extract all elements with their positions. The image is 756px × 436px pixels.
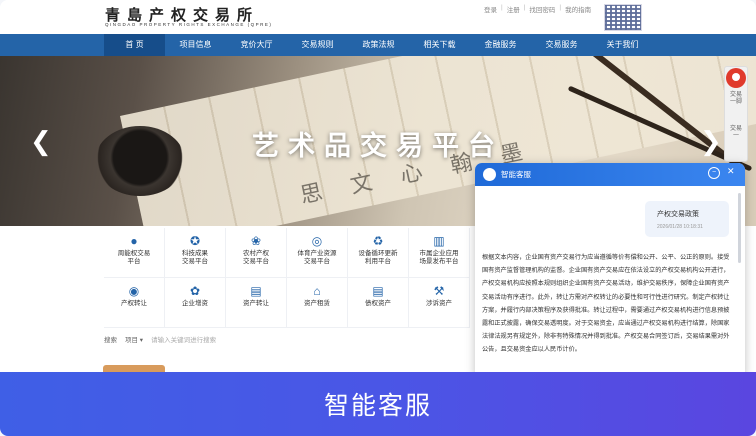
service-label: 企业增资: [182, 300, 208, 307]
minimize-icon[interactable]: −: [708, 167, 720, 179]
service-label: 资产转让: [243, 300, 269, 307]
service-label: 体育产业资源: [297, 250, 337, 257]
service-label: 交易平台: [304, 258, 330, 265]
service-tile[interactable]: ▥ 市属企业应用 场景发布平台: [409, 228, 470, 278]
register-link[interactable]: 注册: [507, 4, 520, 14]
login-link[interactable]: 登录: [484, 4, 497, 14]
search-label: 搜索: [104, 337, 117, 344]
service-tile[interactable]: ◎ 体育产业资源 交易平台: [287, 228, 348, 278]
service-label: 交易平台: [243, 258, 269, 265]
service-label: 利用平台: [365, 258, 391, 265]
service-tile[interactable]: ❀ 农村产权 交易平台: [226, 228, 287, 278]
drop-icon: ●: [130, 234, 138, 248]
service-tile[interactable]: ✪ 科技成果 交易平台: [165, 228, 226, 278]
service-label: 设备循环更新: [358, 250, 398, 257]
nav-item-downloads[interactable]: 相关下载: [409, 34, 470, 56]
service-avatar-icon[interactable]: [726, 68, 746, 88]
chat-title: 智能客服: [501, 170, 531, 179]
recover-password-link[interactable]: 找回密码: [529, 4, 555, 14]
service-label: 资产租赁: [304, 300, 330, 307]
service-label: 债权资产: [365, 300, 391, 307]
chat-header: 智能客服 − ✕: [475, 163, 745, 186]
side-float-item[interactable]: 交易一: [729, 126, 743, 140]
chat-panel: 智能客服 − ✕ 产权交易政策 2026/01/28 10:18:31 根据文本…: [475, 163, 745, 378]
house-icon: ⌂: [313, 284, 321, 298]
site-header: 青島产权交易所 QINGDAO PROPERTY RIGHTS EXCHANGE…: [0, 0, 756, 34]
service-label: 交易平台: [182, 258, 208, 265]
service-label: 产权转让: [121, 300, 147, 307]
service-tile[interactable]: ● 周能权交易 平台: [104, 228, 165, 278]
nav-item-trading-services[interactable]: 交易服务: [531, 34, 592, 56]
ball-icon: ◎: [311, 234, 323, 248]
doc-icon: ▤: [372, 284, 384, 298]
coin-icon: ◉: [128, 284, 140, 298]
service-label: 涉诉资产: [426, 300, 452, 307]
user-message-text: 产权交易政策: [657, 211, 699, 218]
chat-scrollbar[interactable]: [738, 193, 741, 263]
page-frame: 青島产权交易所 QINGDAO PROPERTY RIGHTS EXCHANGE…: [0, 0, 756, 436]
nav-item-about[interactable]: 关于我们: [592, 34, 653, 56]
caption-band: 智能客服: [0, 372, 756, 436]
service-grid: ● 周能权交易 平台 ✪ 科技成果 交易平台 ❀ 农村产权 交易平台 ◎ 体育产…: [104, 228, 470, 328]
service-label: 市属企业应用: [419, 250, 459, 257]
gavel-icon: ⚒: [433, 284, 445, 298]
service-tile[interactable]: ⚒ 涉诉资产: [409, 278, 470, 328]
nav-item-policies[interactable]: 政策法规: [348, 34, 409, 56]
service-label: 周能权交易: [117, 250, 151, 257]
service-tile[interactable]: ◉ 产权转让: [104, 278, 165, 328]
user-message-time: 2026/01/28 10:18:31: [657, 224, 703, 230]
service-label: 场景发布平台: [419, 258, 459, 265]
guide-link[interactable]: 我的指南: [565, 4, 591, 14]
service-tile[interactable]: ♻ 设备循环更新 利用平台: [348, 228, 409, 278]
search-row: 搜索 项目 ▾ 请输入关键词进行搜索: [104, 332, 216, 346]
flower-icon: ✿: [189, 284, 201, 298]
leaf-icon: ❀: [250, 234, 262, 248]
main-nav: 首 页 项目信息 竞价大厅 交易规则 政策法规 相关下载 金融服务 交易服务 关…: [0, 34, 756, 56]
bot-answer-text: 根据文本内容，企业国有资产交易行为应当遵循等价有偿和公开、公平、公正的原则。接受…: [482, 254, 730, 354]
nav-item-finance[interactable]: 金融服务: [470, 34, 531, 56]
top-links: 登录 | 注册 | 找回密码 | 我的指南: [484, 4, 592, 14]
service-tile[interactable]: ✿ 企业增资: [165, 278, 226, 328]
side-float-item[interactable]: 交易一脚: [729, 92, 743, 106]
qr-code-icon: [604, 4, 642, 31]
service-label: 平台: [127, 258, 141, 265]
recycle-icon: ♻: [372, 234, 384, 248]
nav-item-home[interactable]: 首 页: [104, 34, 165, 56]
service-tile[interactable]: ▤ 债权资产: [348, 278, 409, 328]
close-icon[interactable]: ✕: [727, 166, 735, 177]
chat-logo-icon: [483, 168, 496, 181]
nav-item-projects[interactable]: 项目信息: [165, 34, 226, 56]
building-icon: ▥: [433, 234, 445, 248]
search-input[interactable]: 请输入关键词进行搜索: [151, 334, 216, 344]
user-message-bubble: 产权交易政策 2026/01/28 10:18:31: [645, 201, 729, 237]
search-scope-select[interactable]: 项目 ▾: [125, 334, 143, 344]
medal-icon: ✪: [189, 234, 201, 248]
service-label: 科技成果: [182, 250, 208, 257]
site-logo-english: QINGDAO PROPERTY RIGHTS EXCHANGE (QPRE): [105, 22, 273, 27]
carousel-next-icon[interactable]: ❯: [700, 126, 722, 157]
nav-item-bidding-hall[interactable]: 竞价大厅: [226, 34, 287, 56]
banner-title: 艺术品交易平台: [252, 131, 504, 161]
service-label: 农村产权: [243, 250, 269, 257]
bank-icon: ▤: [250, 284, 262, 298]
carousel-prev-icon[interactable]: ❮: [30, 126, 52, 157]
service-tile[interactable]: ⌂ 资产租赁: [287, 278, 348, 328]
caption-text: 智能客服: [323, 392, 432, 420]
nav-item-trading-rules[interactable]: 交易规则: [287, 34, 348, 56]
service-tile[interactable]: ▤ 资产转让: [226, 278, 287, 328]
